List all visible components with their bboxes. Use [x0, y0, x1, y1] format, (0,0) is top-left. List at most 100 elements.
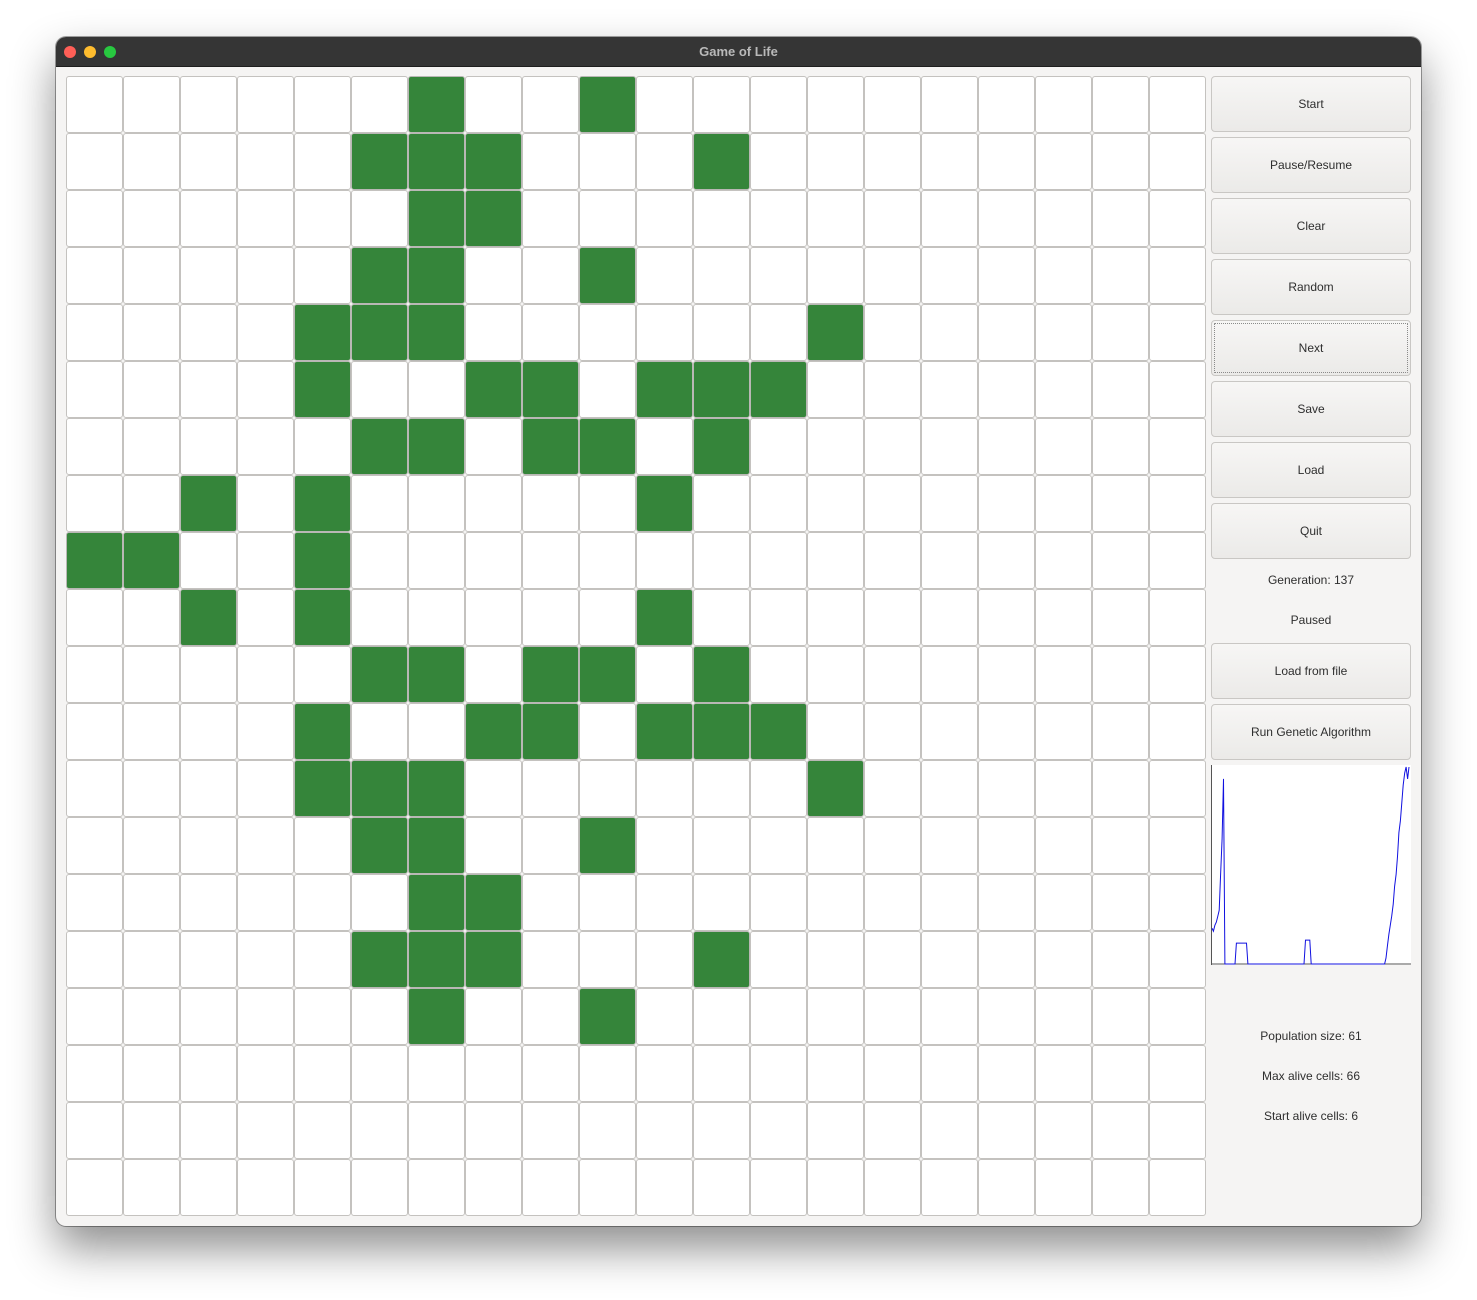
dead-cell[interactable] [1149, 817, 1206, 874]
dead-cell[interactable] [237, 931, 294, 988]
dead-cell[interactable] [465, 247, 522, 304]
dead-cell[interactable] [180, 1159, 237, 1216]
alive-cell[interactable] [408, 304, 465, 361]
dead-cell[interactable] [237, 1102, 294, 1159]
dead-cell[interactable] [180, 988, 237, 1045]
dead-cell[interactable] [522, 1045, 579, 1102]
dead-cell[interactable] [351, 703, 408, 760]
dead-cell[interactable] [978, 532, 1035, 589]
alive-cell[interactable] [693, 133, 750, 190]
dead-cell[interactable] [1092, 646, 1149, 703]
dead-cell[interactable] [864, 76, 921, 133]
alive-cell[interactable] [750, 703, 807, 760]
dead-cell[interactable] [750, 304, 807, 361]
dead-cell[interactable] [522, 190, 579, 247]
dead-cell[interactable] [693, 817, 750, 874]
dead-cell[interactable] [978, 817, 1035, 874]
dead-cell[interactable] [123, 475, 180, 532]
dead-cell[interactable] [522, 304, 579, 361]
dead-cell[interactable] [294, 1102, 351, 1159]
dead-cell[interactable] [408, 1159, 465, 1216]
dead-cell[interactable] [807, 817, 864, 874]
dead-cell[interactable] [1035, 760, 1092, 817]
dead-cell[interactable] [237, 703, 294, 760]
alive-cell[interactable] [294, 532, 351, 589]
dead-cell[interactable] [864, 361, 921, 418]
dead-cell[interactable] [921, 1045, 978, 1102]
dead-cell[interactable] [1149, 703, 1206, 760]
dead-cell[interactable] [693, 1159, 750, 1216]
dead-cell[interactable] [351, 361, 408, 418]
alive-cell[interactable] [408, 988, 465, 1045]
dead-cell[interactable] [1035, 247, 1092, 304]
dead-cell[interactable] [636, 532, 693, 589]
dead-cell[interactable] [807, 133, 864, 190]
dead-cell[interactable] [522, 760, 579, 817]
dead-cell[interactable] [1149, 532, 1206, 589]
dead-cell[interactable] [579, 1159, 636, 1216]
dead-cell[interactable] [522, 247, 579, 304]
dead-cell[interactable] [66, 874, 123, 931]
dead-cell[interactable] [864, 988, 921, 1045]
dead-cell[interactable] [636, 874, 693, 931]
dead-cell[interactable] [123, 304, 180, 361]
dead-cell[interactable] [1092, 988, 1149, 1045]
dead-cell[interactable] [864, 817, 921, 874]
dead-cell[interactable] [1149, 304, 1206, 361]
dead-cell[interactable] [750, 589, 807, 646]
dead-cell[interactable] [693, 760, 750, 817]
dead-cell[interactable] [351, 988, 408, 1045]
alive-cell[interactable] [351, 247, 408, 304]
dead-cell[interactable] [864, 1102, 921, 1159]
dead-cell[interactable] [978, 418, 1035, 475]
dead-cell[interactable] [921, 475, 978, 532]
dead-cell[interactable] [66, 475, 123, 532]
dead-cell[interactable] [237, 760, 294, 817]
dead-cell[interactable] [294, 874, 351, 931]
dead-cell[interactable] [978, 133, 1035, 190]
dead-cell[interactable] [465, 760, 522, 817]
dead-cell[interactable] [636, 76, 693, 133]
alive-cell[interactable] [636, 703, 693, 760]
dead-cell[interactable] [750, 760, 807, 817]
dead-cell[interactable] [750, 133, 807, 190]
alive-cell[interactable] [123, 532, 180, 589]
dead-cell[interactable] [864, 760, 921, 817]
dead-cell[interactable] [123, 931, 180, 988]
dead-cell[interactable] [180, 760, 237, 817]
dead-cell[interactable] [465, 475, 522, 532]
dead-cell[interactable] [636, 190, 693, 247]
alive-cell[interactable] [180, 589, 237, 646]
dead-cell[interactable] [1035, 418, 1092, 475]
dead-cell[interactable] [807, 418, 864, 475]
dead-cell[interactable] [864, 646, 921, 703]
dead-cell[interactable] [351, 190, 408, 247]
dead-cell[interactable] [579, 760, 636, 817]
pause-resume-button[interactable]: Pause/Resume [1211, 137, 1411, 193]
dead-cell[interactable] [978, 76, 1035, 133]
dead-cell[interactable] [921, 361, 978, 418]
dead-cell[interactable] [750, 817, 807, 874]
dead-cell[interactable] [864, 304, 921, 361]
dead-cell[interactable] [123, 1045, 180, 1102]
dead-cell[interactable] [522, 76, 579, 133]
dead-cell[interactable] [294, 817, 351, 874]
dead-cell[interactable] [636, 646, 693, 703]
dead-cell[interactable] [237, 532, 294, 589]
dead-cell[interactable] [921, 988, 978, 1045]
dead-cell[interactable] [1149, 646, 1206, 703]
dead-cell[interactable] [1092, 133, 1149, 190]
dead-cell[interactable] [1092, 703, 1149, 760]
dead-cell[interactable] [807, 931, 864, 988]
alive-cell[interactable] [465, 874, 522, 931]
dead-cell[interactable] [864, 931, 921, 988]
alive-cell[interactable] [579, 646, 636, 703]
alive-cell[interactable] [351, 817, 408, 874]
alive-cell[interactable] [408, 646, 465, 703]
alive-cell[interactable] [408, 190, 465, 247]
dead-cell[interactable] [921, 703, 978, 760]
dead-cell[interactable] [180, 247, 237, 304]
dead-cell[interactable] [978, 760, 1035, 817]
dead-cell[interactable] [750, 1045, 807, 1102]
dead-cell[interactable] [408, 1045, 465, 1102]
